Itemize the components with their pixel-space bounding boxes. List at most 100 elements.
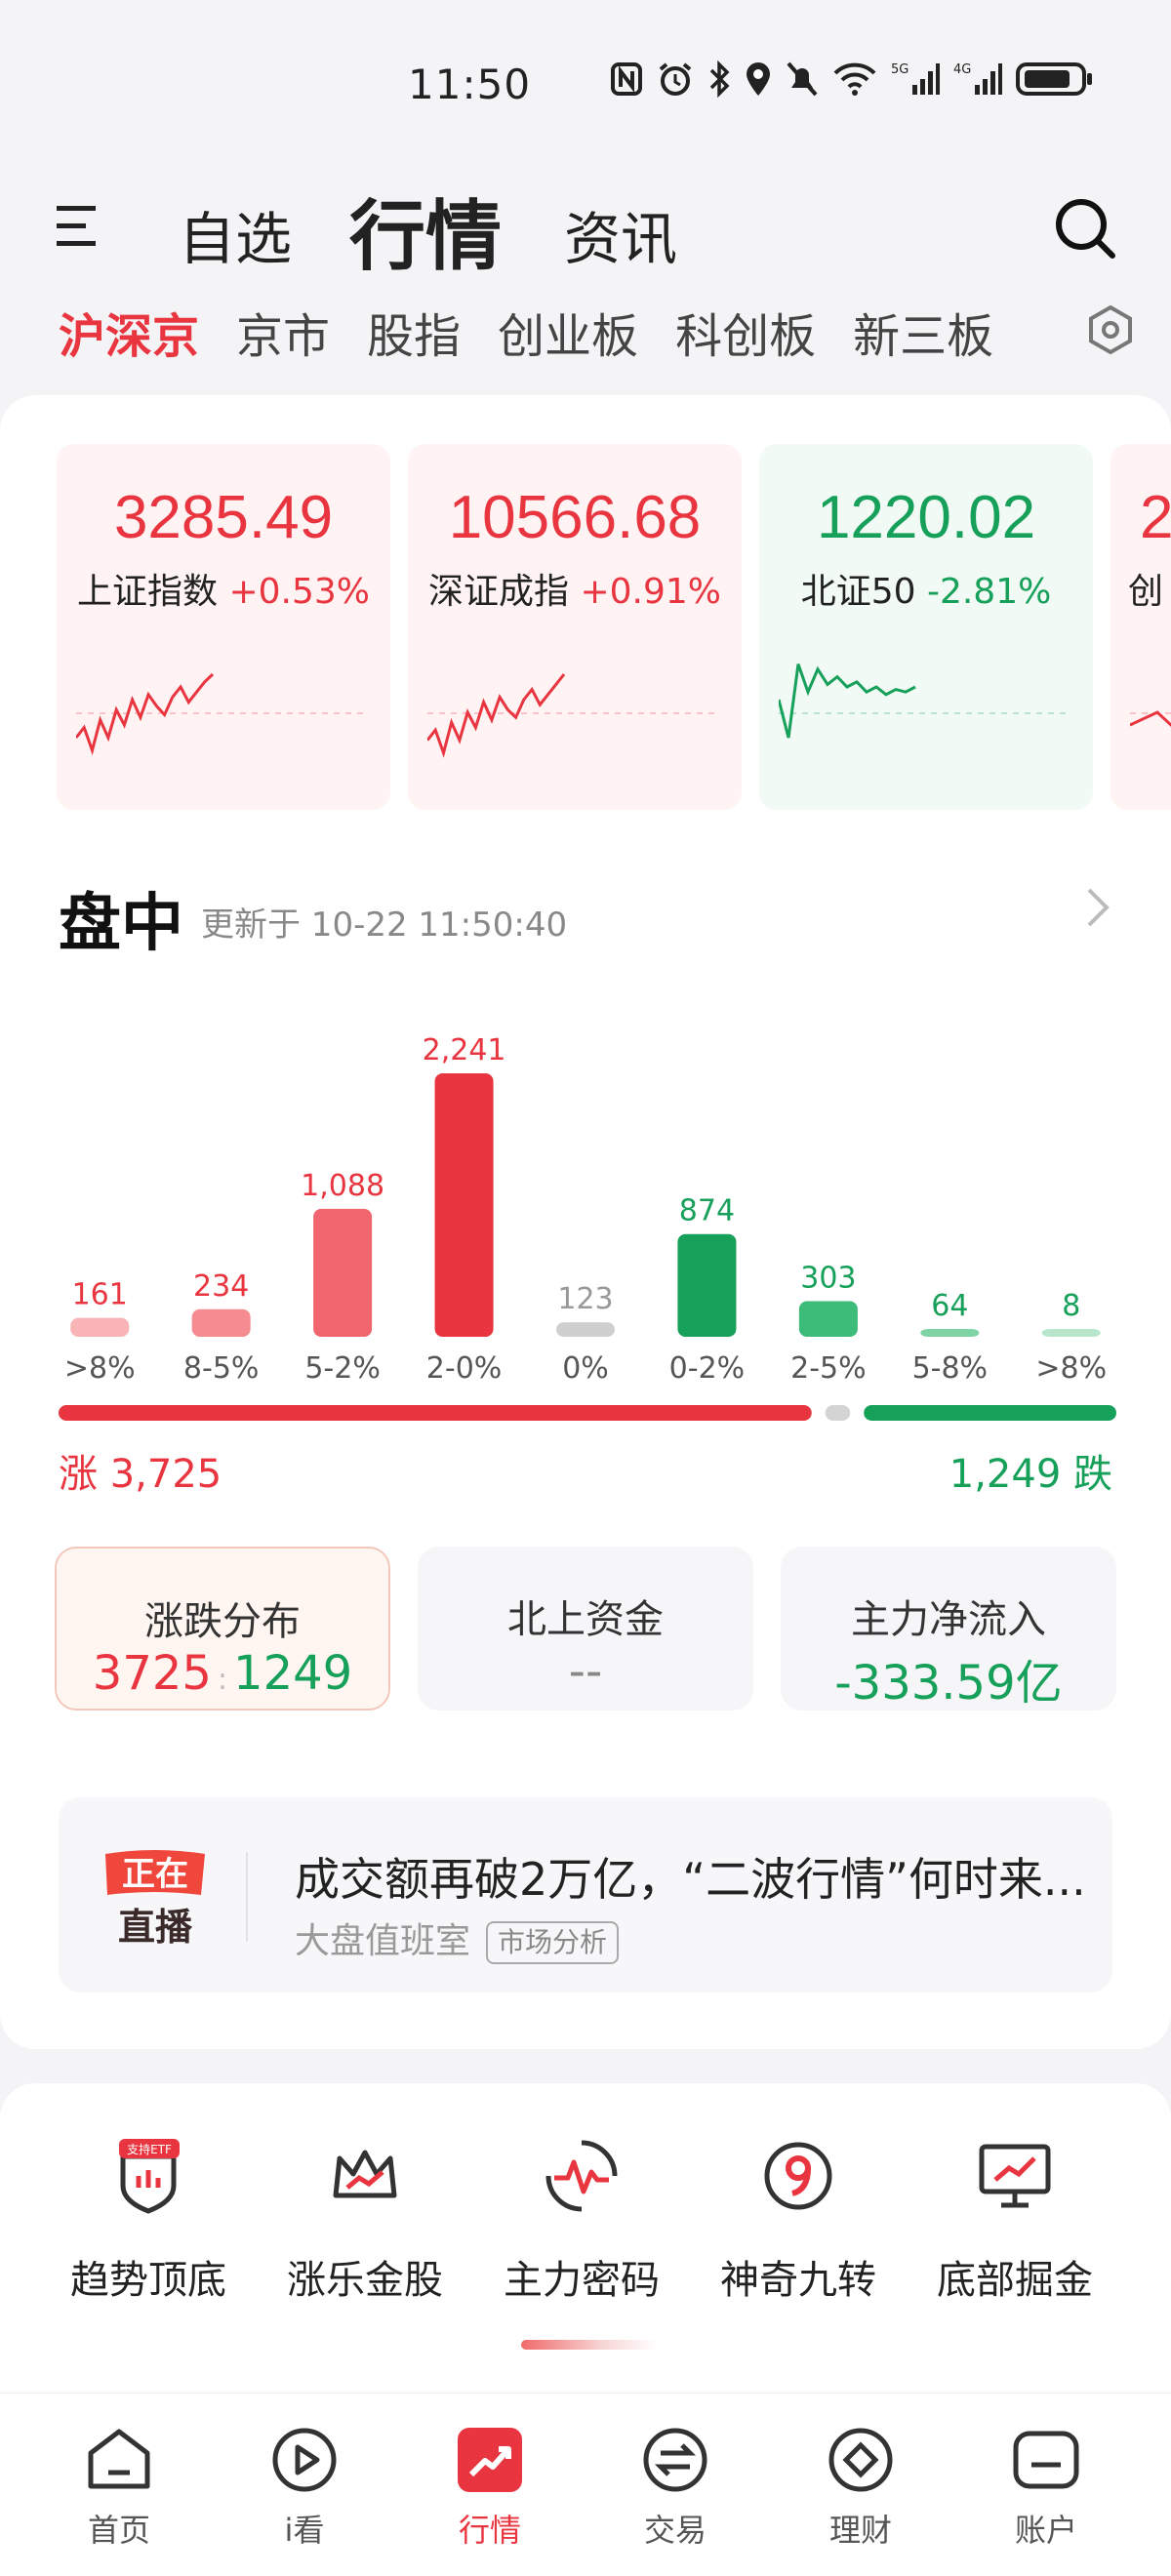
rise-fall-distribution-chart[interactable]: 161 >8% 234 8-5% 1,088 5-2% 2,241 2-0% 123 0% 874 0… bbox=[39, 1015, 1132, 1386]
bottom-tab-trade[interactable]: 交易 bbox=[607, 2424, 744, 2551]
stat-title: 北上资金 bbox=[507, 1597, 664, 1642]
tool-magic-nine[interactable]: 神奇九转 bbox=[691, 2137, 906, 2313]
stat-card-distribution[interactable]: 涨跌分布 3725:1249 bbox=[55, 1547, 390, 1711]
sparkline-path bbox=[1130, 710, 1171, 728]
tool-label: 神奇九转 bbox=[720, 2258, 876, 2303]
live-badge-top: 正在 bbox=[122, 1855, 188, 1894]
tool-label: 主力密码 bbox=[504, 2258, 660, 2303]
menu-icon[interactable] bbox=[57, 200, 100, 251]
bar-category-label: 8-5% bbox=[183, 1351, 260, 1386]
sparkline-path bbox=[779, 664, 916, 739]
tool-bottom-gold[interactable]: 底部掘金 bbox=[908, 2137, 1122, 2313]
sub-tabs: 沪深京 京市 股指 创业板 科创板 新三板 bbox=[59, 293, 1112, 371]
sub-tab-chuangye[interactable]: 创业板 bbox=[498, 298, 638, 366]
stat-down-count: 1249 bbox=[233, 1646, 353, 1701]
bottom-tab-account[interactable]: 账户 bbox=[978, 2424, 1114, 2551]
signal-4g-icon: 4G bbox=[953, 62, 1002, 95]
stat-card-main-inflow[interactable]: 主力净流入 -333.59亿 bbox=[781, 1547, 1116, 1711]
index-change: -2.81% bbox=[926, 572, 1052, 612]
status-bar: 11:50 5G 4G bbox=[0, 0, 1171, 166]
sparkline-path bbox=[427, 673, 566, 758]
bar-value-label: 8 bbox=[1062, 1289, 1080, 1323]
bar-category-label: >8% bbox=[64, 1351, 136, 1386]
tab-market[interactable]: 行情 bbox=[349, 176, 502, 285]
index-card-shanghai[interactable]: 3285.49 上证指数 +0.53% bbox=[57, 444, 390, 810]
index-change: +0.91% bbox=[580, 572, 721, 612]
distribution-bar bbox=[191, 1308, 251, 1337]
svg-text:4G: 4G bbox=[953, 62, 971, 77]
stat-card-northbound[interactable]: 北上资金 -- bbox=[418, 1547, 753, 1711]
alarm-icon bbox=[659, 62, 692, 96]
breadth-bar bbox=[59, 1405, 1116, 1421]
index-card-beizheng[interactable]: 1220.02 北证50 -2.81% bbox=[759, 444, 1093, 810]
index-card-shenzhen[interactable]: 10566.68 深证成指 +0.91% bbox=[408, 444, 742, 810]
search-icon[interactable] bbox=[1052, 195, 1116, 260]
sub-tab-guzhi[interactable]: 股指 bbox=[367, 298, 461, 366]
live-divider bbox=[246, 1852, 248, 1942]
bar-value-label: 234 bbox=[193, 1269, 249, 1304]
bar-value-label: 123 bbox=[557, 1282, 613, 1316]
settings-icon[interactable] bbox=[1085, 304, 1136, 355]
index-value: 1220.02 bbox=[816, 484, 1036, 551]
index-sparkline bbox=[427, 673, 720, 758]
live-broadcast-card[interactable]: 正在 直播 成交额再破2万亿，“二波行情”何时来... 大盘值班室 市场分析 bbox=[59, 1797, 1112, 1992]
live-badge-bottom: 直播 bbox=[118, 1906, 193, 1949]
session-title: 盘中 bbox=[59, 888, 183, 960]
breadth-up-segment bbox=[59, 1405, 812, 1421]
bottom-tab-wealth[interactable]: 理财 bbox=[792, 2424, 929, 2551]
bottom-tab-home[interactable]: 首页 bbox=[51, 2424, 187, 2551]
bottom-tab-label: 行情 bbox=[458, 2512, 521, 2549]
session-update-time: 更新于 10-22 11:50:40 bbox=[201, 906, 568, 945]
tool-zhangle-golden[interactable]: 涨乐金股 bbox=[258, 2137, 472, 2313]
home-icon bbox=[88, 2429, 150, 2489]
distribution-bar bbox=[920, 1329, 980, 1337]
location-icon bbox=[747, 62, 770, 96]
tool-main-force-code[interactable]: 主力密码 bbox=[474, 2137, 689, 2313]
nfc-icon bbox=[611, 62, 642, 96]
bar-category-label: 0% bbox=[562, 1351, 609, 1386]
index-name: 深证成指 bbox=[428, 572, 570, 612]
distribution-bar bbox=[677, 1233, 737, 1337]
monitor-chart-icon bbox=[979, 2144, 1051, 2208]
shield-chart-icon: 支持ETF bbox=[119, 2139, 180, 2214]
index-name: 上证指数 bbox=[77, 572, 219, 612]
breadth-flat-segment bbox=[825, 1405, 851, 1421]
index-card-chuangye[interactable]: 2 创 bbox=[1110, 444, 1171, 810]
index-name: 北证50 bbox=[800, 572, 916, 612]
tab-news[interactable]: 资讯 bbox=[564, 193, 677, 275]
stat-title: 涨跌分布 bbox=[144, 1599, 301, 1644]
stat-value: -- bbox=[568, 1644, 603, 1699]
down-count-label: 1,249 跌 bbox=[949, 1452, 1112, 1497]
tool-label: 底部掘金 bbox=[937, 2258, 1093, 2303]
diamond-icon bbox=[828, 2428, 893, 2492]
sub-tab-xinsanban[interactable]: 新三板 bbox=[853, 298, 993, 366]
distribution-bar bbox=[1041, 1329, 1101, 1337]
bottom-tab-market[interactable]: 行情 bbox=[422, 2424, 558, 2551]
bar-value-label: 2,241 bbox=[423, 1033, 506, 1067]
bottom-tab-label: i看 bbox=[284, 2512, 325, 2549]
bar-value-label: 1,088 bbox=[301, 1169, 384, 1203]
tool-trend-top-bottom[interactable]: 支持ETF 趋势顶底 bbox=[41, 2137, 256, 2313]
stat-title: 主力净流入 bbox=[851, 1597, 1046, 1642]
bottom-tab-ikan[interactable]: i看 bbox=[236, 2424, 373, 2551]
distribution-bar bbox=[798, 1301, 858, 1337]
mute-icon bbox=[787, 61, 818, 97]
stat-value: -333.59亿 bbox=[834, 1656, 1063, 1711]
index-sparkline bbox=[779, 664, 1071, 739]
bottom-tab-label: 交易 bbox=[643, 2512, 707, 2549]
sub-tab-hushenjing[interactable]: 沪深京 bbox=[59, 298, 199, 366]
stat-up-count: 3725 bbox=[92, 1646, 212, 1701]
bottom-tab-label: 账户 bbox=[1014, 2512, 1077, 2549]
index-value: 3285.49 bbox=[113, 484, 334, 551]
tab-watchlist[interactable]: 自选 bbox=[179, 193, 292, 275]
status-time: 11:50 bbox=[408, 60, 532, 108]
bar-value-label: 303 bbox=[800, 1261, 856, 1295]
tool-label: 涨乐金股 bbox=[287, 2258, 443, 2303]
index-value: 2 bbox=[1140, 484, 1171, 551]
live-tag: 市场分析 bbox=[486, 1921, 620, 1964]
sub-tab-kechuang[interactable]: 科创板 bbox=[675, 298, 816, 366]
bottom-tab-label: 首页 bbox=[87, 2512, 150, 2549]
tools-scroll-indicator bbox=[521, 2340, 658, 2350]
sub-tab-jingshi[interactable]: 京市 bbox=[236, 298, 330, 366]
chevron-right-icon[interactable] bbox=[1083, 886, 1112, 929]
